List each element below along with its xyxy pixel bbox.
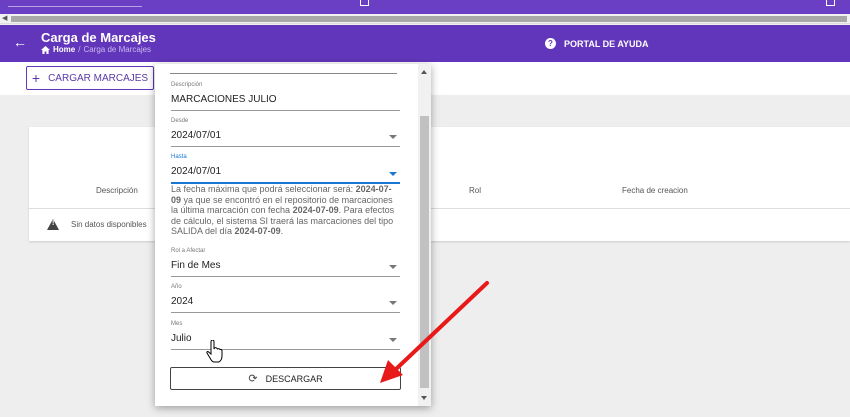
help-portal-label: PORTAL DE AYUDA [564,38,649,49]
plus-icon: + [31,70,41,86]
arrow-left-icon[interactable]: ← [13,34,27,50]
chevron-down-icon[interactable] [389,338,397,342]
hint-text: . [280,226,284,236]
warning-icon [47,219,59,230]
desde-select[interactable]: 2024/07/01 [171,129,400,142]
hasta-select[interactable]: 2024/07/01 [171,165,400,178]
hand-cursor-icon [206,340,223,363]
top-bar-icon[interactable] [360,0,369,6]
breadcrumb-separator: / [78,45,81,54]
download-button[interactable]: ⟳ DESCARGAR [170,367,401,390]
chevron-down-icon[interactable] [389,172,397,176]
scroll-up-icon[interactable] [421,70,427,74]
table-header: Descripción Rol Fecha de creacion [29,127,850,209]
column-header-descripcion[interactable]: Descripción [96,186,138,195]
descripcion-label: Descripción [171,82,203,88]
page-header: ← Carga de Marcajes Home / Carga de Marc… [0,25,850,62]
hint-date: 2024-07-09 [292,205,339,215]
desde-field[interactable]: Desde 2024/07/01 [171,118,400,147]
desde-label: Desde [171,118,189,124]
chevron-down-icon[interactable] [389,265,397,269]
top-bar-icon-right[interactable] [826,0,835,6]
hasta-field[interactable]: Hasta 2024/07/01 [171,154,400,184]
anio-select[interactable]: 2024 [171,295,400,308]
empty-text: Sin datos disponibles [71,220,147,229]
home-icon [41,45,50,54]
page-title: Carga de Marcajes [41,30,156,45]
descripcion-input[interactable]: MARCACIONES JULIO [171,93,400,106]
date-hint: La fecha máxima que podrá seleccionar se… [171,184,401,237]
anio-label: Año [171,284,182,290]
rol-label: Rol a Afectar [171,248,206,254]
anio-underline [171,312,400,313]
descripcion-field[interactable]: Descripción MARCACIONES JULIO [171,82,400,111]
horizontal-scrollbar[interactable]: ◀ [0,14,850,24]
refresh-icon: ⟳ [248,373,258,385]
hasta-label: Hasta [171,154,187,160]
breadcrumb-home[interactable]: Home [53,45,75,54]
help-portal-link[interactable]: ? PORTAL DE AYUDA [545,38,649,49]
dialog-top-divider [170,73,397,74]
desde-underline [171,146,400,147]
scroll-down-icon[interactable] [421,396,427,400]
data-table: Descripción Rol Fecha de creacion Sin da… [29,127,850,241]
rol-field[interactable]: Rol a Afectar Fin de Mes [171,248,400,277]
breadcrumb: Home / Carga de Marcajes [41,45,151,54]
upload-dialog: Descripción MARCACIONES JULIO Desde 2024… [155,64,431,406]
scroll-left-icon[interactable]: ◀ [2,15,7,23]
hint-date: 2024-07-09 [234,226,281,236]
column-header-rol[interactable]: Rol [469,186,481,195]
dialog-scrollbar[interactable] [418,64,431,406]
top-bar-underline [8,6,142,7]
dialog-scrollbar-thumb[interactable] [420,116,429,388]
chevron-down-icon[interactable] [389,301,397,305]
breadcrumb-current: Carga de Marcajes [83,45,152,54]
rol-select[interactable]: Fin de Mes [171,259,400,272]
upload-marks-label: CARGAR MARCAJES [48,72,149,84]
empty-state: Sin datos disponibles [47,219,147,230]
upload-marks-button[interactable]: + CARGAR MARCAJES [26,66,154,90]
descripcion-underline [171,110,400,111]
column-header-fecha[interactable]: Fecha de creacion [622,186,688,195]
chevron-down-icon[interactable] [389,135,397,139]
download-label: DESCARGAR [265,373,323,384]
hint-text: La fecha máxima que podrá seleccionar se… [171,184,356,194]
rol-underline [171,276,400,277]
anio-field[interactable]: Año 2024 [171,284,400,313]
top-app-bar [0,0,850,14]
mes-label: Mes [171,321,183,327]
help-circle-icon: ? [545,38,556,49]
scrollbar-thumb[interactable] [11,16,847,22]
